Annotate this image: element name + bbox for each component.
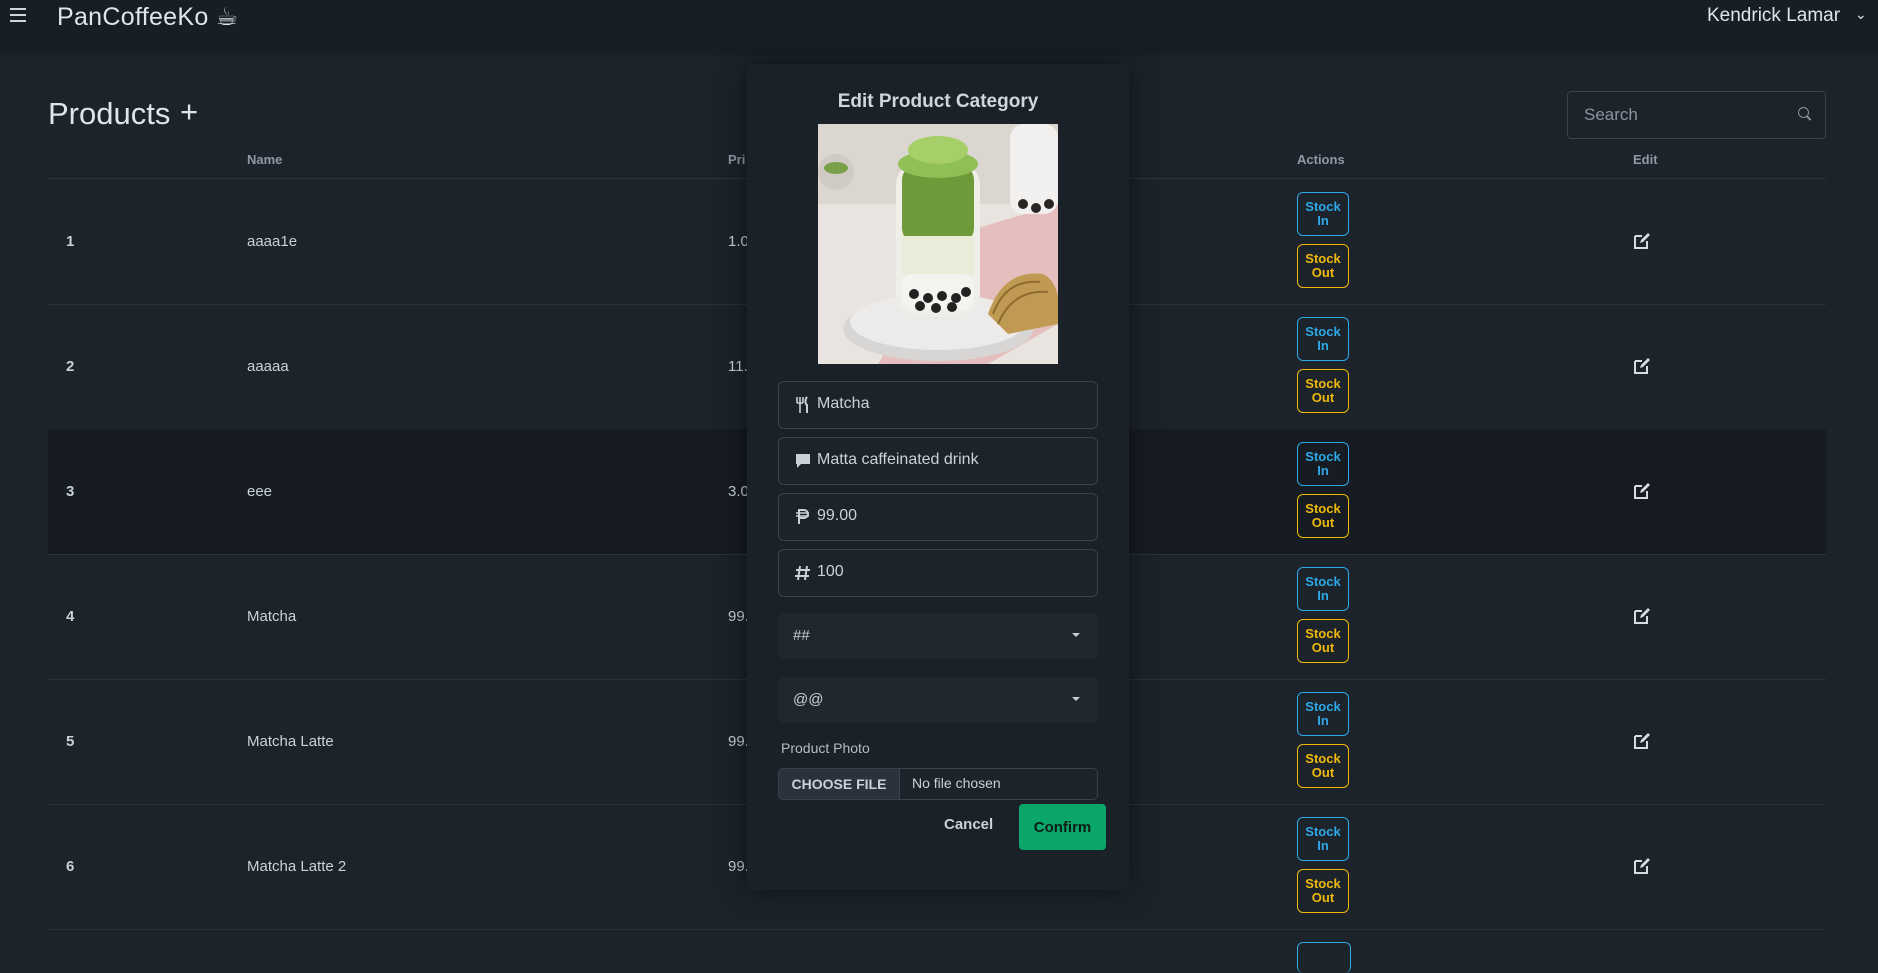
search-icon[interactable]	[1798, 107, 1809, 118]
modal-title: Edit Product Category	[837, 91, 1039, 112]
row-name: Matcha	[247, 608, 297, 625]
stock-in-button[interactable]: Stock In	[1297, 692, 1349, 736]
row-index: 5	[66, 733, 75, 750]
category-select-value: ##	[793, 627, 810, 644]
row-name: aaaaa	[247, 358, 289, 375]
product-name-input[interactable]	[817, 382, 1077, 426]
chevron-down-icon[interactable]: ⌄	[1855, 6, 1867, 23]
stock-in-button[interactable]: Stock In	[1297, 192, 1349, 236]
row-price: 99.	[728, 858, 749, 875]
row-name: Matcha Latte 2	[247, 858, 347, 875]
stock-out-button[interactable]: Stock Out	[1297, 494, 1349, 538]
edit-icon[interactable]	[1633, 482, 1651, 500]
column-header-price: Pri	[728, 152, 746, 167]
comment-icon	[796, 454, 810, 468]
user-menu-name[interactable]: Kendrick Lamar	[1707, 5, 1840, 27]
edit-icon[interactable]	[1633, 857, 1651, 875]
stock-out-button[interactable]: Stock Out	[1297, 744, 1349, 788]
file-status-text: No file chosen	[912, 775, 1001, 791]
row-index: 2	[66, 358, 75, 375]
price-field	[778, 493, 1098, 541]
column-header-actions: Actions	[1297, 152, 1345, 167]
stock-in-button[interactable]: Stock In	[1297, 567, 1349, 611]
quantity-field	[778, 549, 1098, 597]
confirm-button[interactable]: Confirm	[1019, 804, 1106, 850]
hashtag-icon	[795, 565, 810, 581]
add-product-button[interactable]: +	[180, 94, 198, 130]
row-name: aaaa1e	[247, 233, 298, 250]
peso-icon	[796, 509, 809, 524]
caret-down-icon	[1072, 697, 1080, 701]
cancel-button[interactable]: Cancel	[944, 816, 993, 833]
row-price: 3.0	[728, 483, 749, 500]
product-photo	[818, 124, 1058, 364]
row-price: 99.	[728, 733, 749, 750]
product-photo-label: Product Photo	[781, 740, 870, 756]
edit-product-modal: Edit Product Category Matcha Matta caffe…	[747, 64, 1129, 890]
row-name: Matcha Latte	[247, 733, 334, 750]
utensils-icon	[796, 396, 808, 413]
stock-out-button[interactable]: Stock Out	[1297, 619, 1349, 663]
search-box	[1567, 91, 1826, 139]
hamburger-menu-icon[interactable]	[10, 8, 26, 22]
search-input[interactable]	[1568, 92, 1786, 138]
column-header-edit: Edit	[1633, 152, 1658, 167]
row-index: 1	[66, 233, 75, 250]
column-header-name: Name	[247, 152, 283, 167]
stock-in-button[interactable]: Stock In	[1297, 817, 1349, 861]
product-price-input[interactable]	[817, 494, 1077, 538]
row-price: 1.0	[728, 233, 749, 250]
row-index: 6	[66, 858, 75, 875]
page-title: Products	[48, 96, 171, 131]
product-quantity-input[interactable]	[817, 550, 1077, 594]
stock-out-button[interactable]: Stock Out	[1297, 869, 1349, 913]
category-select[interactable]: ##	[778, 613, 1098, 659]
caret-down-icon	[1072, 633, 1080, 637]
row-price: 11.	[728, 358, 748, 375]
product-photo-file-input[interactable]: CHOOSE FILE No file chosen	[778, 768, 1098, 800]
row-index: 3	[66, 483, 75, 500]
name-field	[778, 381, 1098, 429]
top-navbar: PanCoffeeKo ☕ Kendrick Lamar ⌄	[0, 0, 1878, 55]
stock-out-button[interactable]: Stock Out	[1297, 244, 1349, 288]
brand-logo[interactable]: PanCoffeeKo ☕	[57, 2, 239, 32]
edit-icon[interactable]	[1633, 607, 1651, 625]
stock-in-button[interactable]: Stock In	[1297, 442, 1349, 486]
stock-in-button[interactable]: Stock In	[1297, 317, 1349, 361]
product-description-input[interactable]	[817, 438, 1077, 482]
edit-icon[interactable]	[1633, 232, 1651, 250]
description-field	[778, 437, 1098, 485]
row-index: 4	[66, 608, 75, 625]
type-select-value: @@	[793, 691, 824, 708]
type-select[interactable]: @@	[778, 677, 1098, 723]
row-name: eee	[247, 483, 273, 500]
row-price: 99.	[728, 608, 749, 625]
stock-out-button[interactable]: Stock Out	[1297, 369, 1349, 413]
stock-in-button[interactable]	[1297, 942, 1351, 973]
edit-icon[interactable]	[1633, 357, 1651, 375]
choose-file-button[interactable]: CHOOSE FILE	[779, 769, 900, 799]
edit-icon[interactable]	[1633, 732, 1651, 750]
